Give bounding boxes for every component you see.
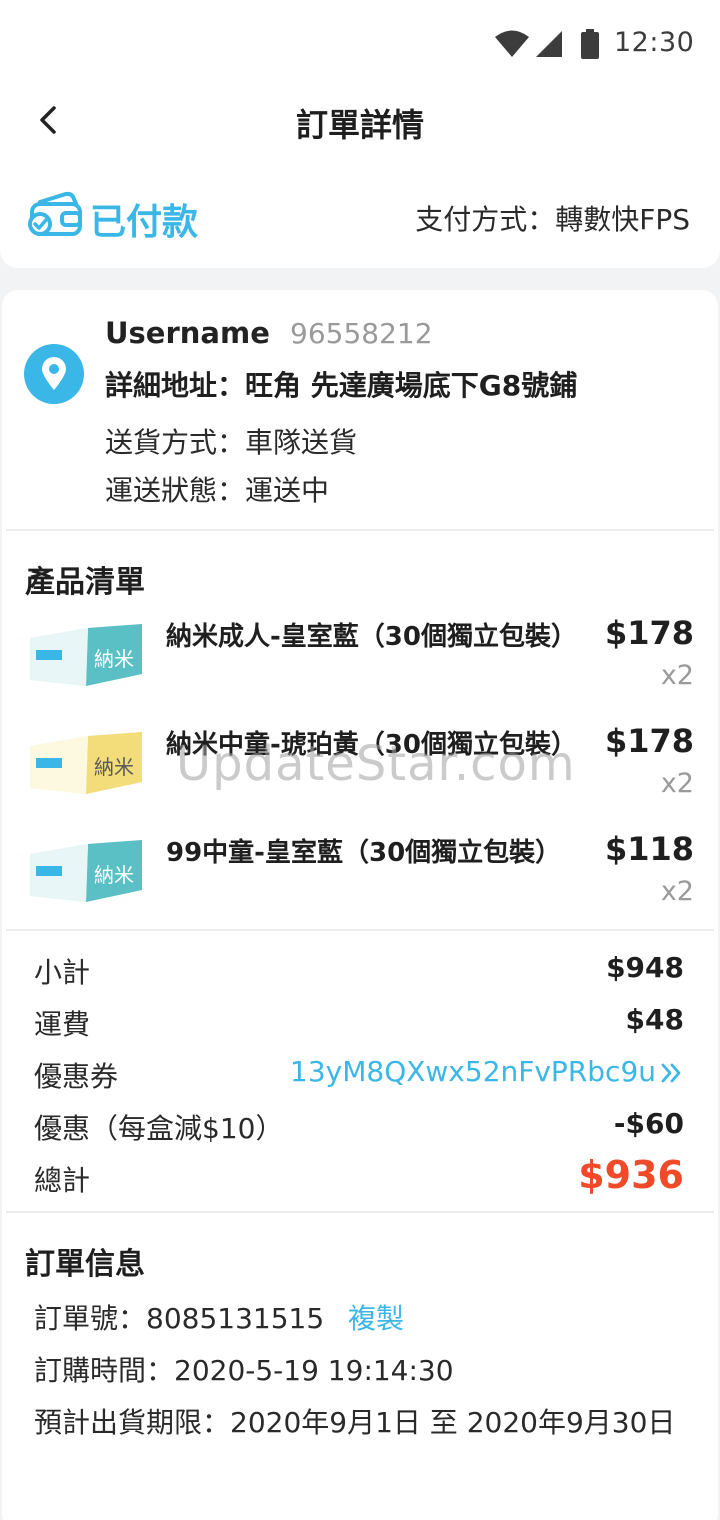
svg-text:納米: 納米	[94, 863, 134, 887]
total-row: 總計 $936	[34, 1153, 684, 1199]
recipient-name: Username	[105, 316, 270, 350]
product-image: 納米	[30, 840, 142, 902]
coupon-row[interactable]: 優惠券 13yM8QXwx52nFvPRbc9u	[34, 1055, 684, 1095]
shipping-status: 運送狀態：運送中	[105, 474, 330, 507]
copy-button[interactable]: 複製	[348, 1297, 404, 1337]
delivery-method: 送貨方式：車隊送貨	[105, 426, 358, 459]
product-item[interactable]: 納米 納米中童-琥珀黃（30個獨立包裝） $178 x2	[0, 722, 720, 822]
product-quantity: x2	[660, 876, 694, 907]
product-image: 納米	[30, 732, 142, 794]
shipping-fee-value: $48	[625, 1003, 684, 1036]
recipient-address: 詳細地址：旺角 先達廣場底下G8號鋪	[105, 369, 578, 402]
discount-label: 優惠（每盒減$10）	[34, 1112, 284, 1145]
order-time: 訂購時間：2020-5-19 19:14:30	[34, 1354, 454, 1387]
location-pin-icon	[24, 344, 84, 404]
product-quantity: x2	[660, 768, 694, 799]
order-info-title: 訂單信息	[25, 1247, 145, 1282]
coupon-code[interactable]: 13yM8QXwx52nFvPRbc9u	[290, 1055, 656, 1088]
discount-value: -$60	[613, 1107, 684, 1140]
svg-text:納米: 納米	[94, 755, 134, 779]
wifi-icon	[495, 30, 529, 57]
divider	[6, 929, 714, 931]
payment-method: 支付方式：轉數快FPS	[415, 203, 690, 236]
subtotal-label: 小計	[34, 956, 91, 989]
product-name: 納米成人-皇室藍（30個獨立包裝）	[166, 622, 577, 652]
recipient-phone: 96558212	[290, 317, 433, 350]
battery-icon	[581, 29, 599, 59]
wallet-check-icon	[28, 191, 82, 236]
ship-deadline: 預計出貨期限：2020年9月1日 至 2020年9月30日	[34, 1406, 676, 1439]
product-price: $178	[604, 722, 694, 760]
product-item[interactable]: 納米 99中童-皇室藍（30個獨立包裝） $118 x2	[0, 830, 720, 930]
product-name: 納米中童-琥珀黃（30個獨立包裝）	[166, 730, 577, 760]
payment-status: 已付款	[90, 202, 199, 243]
subtotal-value: $948	[606, 951, 684, 984]
divider	[6, 1211, 714, 1213]
signal-icon	[536, 31, 562, 57]
product-name: 99中童-皇室藍（30個獨立包裝）	[166, 838, 562, 868]
coupon-label: 優惠券	[34, 1060, 119, 1093]
product-price: $118	[604, 830, 694, 868]
header-panel: 12:30 訂單詳情 已付款 支付方式：轉數快FPS	[0, 0, 720, 268]
discount-row: 優惠（每盒減$10） -$60	[34, 1107, 684, 1147]
subtotal-row: 小計 $948	[34, 951, 684, 991]
product-quantity: x2	[660, 660, 694, 691]
svg-text:納米: 納米	[94, 647, 134, 671]
double-chevron-right-icon[interactable]	[660, 1061, 684, 1085]
shipping-fee-row: 運費 $48	[34, 1003, 684, 1043]
divider	[6, 529, 714, 531]
product-list-title: 產品清單	[25, 565, 145, 600]
product-image: 納米	[30, 624, 142, 686]
page-title: 訂單詳情	[295, 106, 424, 144]
product-item[interactable]: 納米 納米成人-皇室藍（30個獨立包裝） $178 x2	[0, 614, 720, 714]
order-number: 訂單號：8085131515	[34, 1302, 325, 1335]
total-label: 總計	[34, 1164, 91, 1197]
status-bar: 12:30	[0, 0, 720, 88]
product-price: $178	[604, 614, 694, 652]
total-value: $936	[578, 1153, 684, 1197]
clock: 12:30	[614, 27, 695, 58]
shipping-fee-label: 運費	[34, 1008, 91, 1041]
